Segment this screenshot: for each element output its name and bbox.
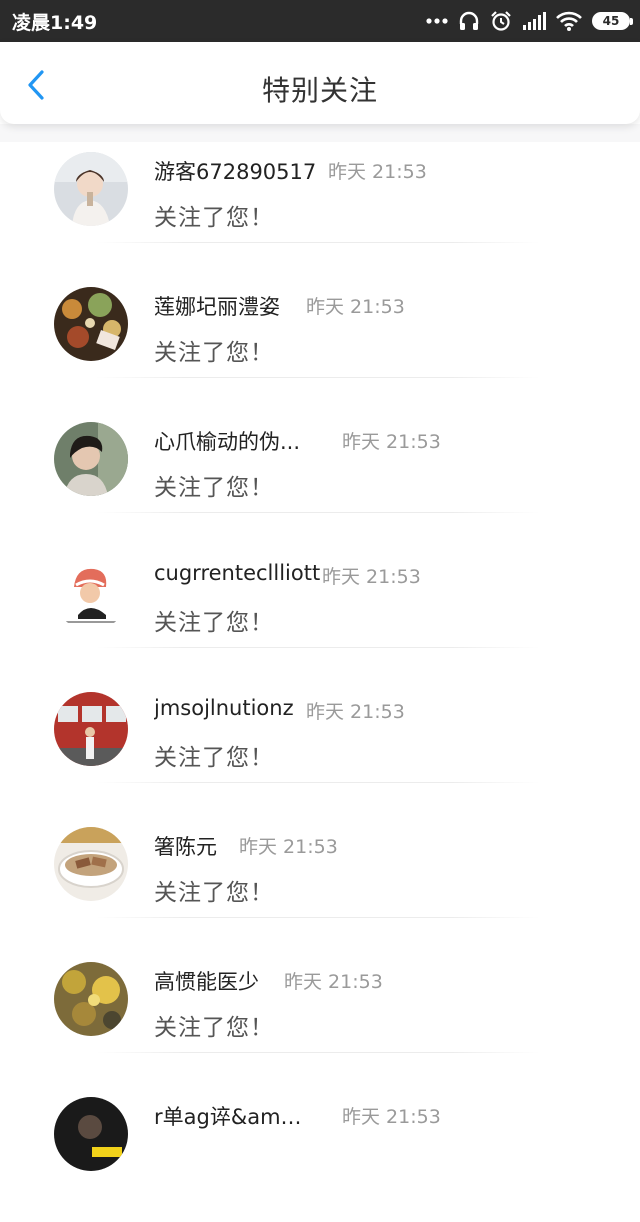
item-name: 莲娜圮丽澧姿 [154, 295, 280, 319]
list-item[interactable]: r单ag谇&amp;... 昨天 21:53 [0, 1087, 640, 1222]
item-name: jmsojlnutionz [154, 696, 294, 720]
page-title: 特别关注 [261, 74, 378, 107]
avatar [54, 962, 128, 1036]
item-message: 关注了您！ [154, 880, 274, 906]
item-time: 昨天 21:53 [322, 566, 421, 588]
alarm-clock-icon [491, 11, 511, 31]
list-item[interactable]: cugrrentecllliott 昨天 21:53 关注了您！ [0, 547, 640, 682]
item-name: 心爪榆动的伪... [154, 430, 301, 454]
list-item[interactable]: 游客672890517 昨天 21:53 关注了您！ [0, 142, 640, 277]
avatar [54, 1097, 128, 1171]
item-name: 游客672890517 [154, 160, 317, 184]
item-time: 昨天 21:53 [306, 296, 405, 318]
item-message: 关注了您！ [154, 1015, 274, 1041]
item-name: r单ag谇&amp;... [154, 1105, 314, 1129]
list-item[interactable]: 箸陈元 昨天 21:53 关注了您！ [0, 817, 640, 952]
more-dots-icon [426, 18, 448, 24]
item-name: 箸陈元 [154, 835, 217, 859]
item-message: 关注了您！ [154, 745, 274, 771]
item-time: 昨天 21:53 [328, 161, 427, 183]
app-header: 特别关注 [0, 42, 640, 124]
divider [96, 377, 540, 378]
divider [96, 782, 540, 783]
follow-list: 游客672890517 昨天 21:53 关注了您！ 莲娜圮丽澧姿 昨天 21:… [0, 142, 640, 1222]
list-item[interactable]: jmsojlnutionz 昨天 21:53 关注了您！ [0, 682, 640, 817]
status-icons: 45 [426, 8, 633, 34]
list-item[interactable]: 莲娜圮丽澧姿 昨天 21:53 关注了您！ [0, 277, 640, 412]
list-item[interactable]: 高惯能医少 昨天 21:53 关注了您！ [0, 952, 640, 1087]
battery-icon: 45 [592, 12, 633, 30]
divider [96, 512, 540, 513]
item-time: 昨天 21:53 [342, 1106, 441, 1128]
wifi-icon [556, 11, 582, 31]
avatar [54, 692, 128, 766]
item-time: 昨天 21:53 [239, 836, 338, 858]
list-item[interactable]: 心爪榆动的伪... 昨天 21:53 关注了您！ [0, 412, 640, 547]
divider [96, 242, 540, 243]
item-message: 关注了您！ [154, 610, 274, 636]
item-message: 关注了您！ [154, 475, 274, 501]
divider [96, 647, 540, 648]
avatar [54, 827, 128, 901]
status-bar: 凌晨1:49 45 [0, 0, 640, 42]
item-name: 高惯能医少 [154, 970, 259, 994]
divider [96, 1052, 540, 1053]
header-gap [0, 124, 640, 142]
avatar [54, 152, 128, 226]
item-time: 昨天 21:53 [306, 701, 405, 723]
signal-icon [523, 12, 546, 30]
item-time: 昨天 21:53 [342, 431, 441, 453]
headphones-icon [459, 11, 479, 30]
avatar [54, 557, 128, 631]
item-message: 关注了您！ [154, 205, 274, 231]
item-name: cugrrentecllliott [154, 561, 321, 585]
avatar [54, 287, 128, 361]
avatar [54, 422, 128, 496]
item-time: 昨天 21:53 [284, 971, 383, 993]
status-time: 凌晨1:49 [12, 12, 98, 34]
divider [96, 917, 540, 918]
item-message: 关注了您！ [154, 340, 274, 366]
